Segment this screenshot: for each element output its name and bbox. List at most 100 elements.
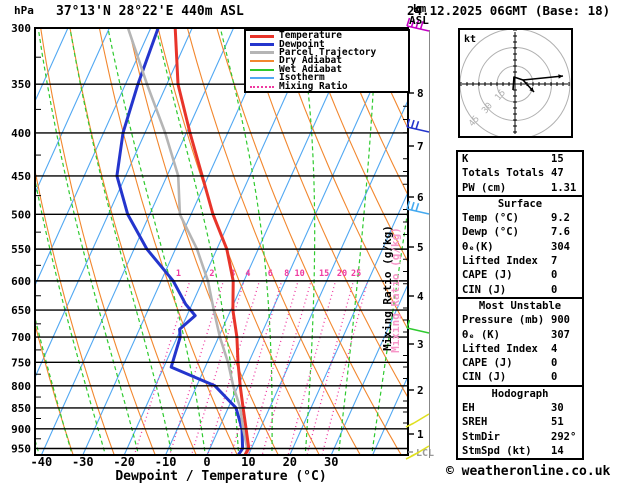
table-row: StmSpd (kt) 14	[458, 444, 582, 458]
pressure-tick-label: 500	[11, 208, 31, 221]
pressure-unit-label: hPa	[14, 4, 34, 17]
pressure-tick-label: 800	[11, 380, 31, 393]
table-row: CIN (J) 0	[458, 370, 582, 384]
sounding-curves	[115, 28, 251, 455]
km-tick-label: 4	[417, 290, 424, 303]
table-row-label: CAPE (J)	[462, 357, 513, 370]
legend-label: Mixing Ratio	[279, 80, 348, 92]
pressure-tick-label: 750	[11, 356, 31, 369]
table-row-value: 0	[551, 283, 558, 296]
table-row-label: Dewp (°C)	[462, 226, 519, 239]
dry-adiabat-line	[40, 28, 156, 455]
temp-tick-label: -30	[72, 455, 94, 469]
pressure-tick-label: 950	[11, 443, 31, 456]
table-row-label: Pressure (mb)	[462, 314, 545, 327]
hodograph: 153045kt	[458, 28, 573, 138]
mixing-ratio-value-label: 8	[284, 269, 289, 279]
table-row-label: Temp (°C)	[462, 212, 519, 225]
legend-swatch	[250, 51, 274, 55]
wind-barb	[405, 413, 430, 428]
table-section: K 15 Totals Totals 47 PW (cm) 1.31	[458, 152, 582, 195]
legend-swatch	[250, 85, 274, 88]
temp-tick-label: 20	[283, 455, 297, 469]
wet-adiabat-line	[37, 28, 140, 455]
km-tick-label: 2	[417, 384, 424, 397]
mixing-axis-label: Mixing Ratio (g/kg)	[381, 225, 394, 351]
legend-row-temperature: Temperature	[248, 31, 408, 40]
km-tick-label: 8	[417, 87, 424, 100]
table-row: Totals Totals 47	[458, 166, 582, 180]
table-section-header: Hodograph	[491, 387, 549, 400]
table-row: Lifted Index 7	[458, 254, 582, 268]
table-row: CIN (J) 0	[458, 283, 582, 297]
legend-box: Temperature Dewpoint Parcel Trajectory Dry …	[244, 29, 410, 93]
hodograph-unit-label: kt	[464, 34, 476, 45]
temp-tick-label: 10	[241, 455, 255, 469]
temp-tick-label: 0	[203, 455, 210, 469]
isotherm-line	[40, 28, 235, 455]
temperature-curve	[173, 28, 251, 455]
table-row: θₑ(K) 304	[458, 240, 582, 254]
table-row-label: SREH	[462, 416, 488, 429]
pressure-tick-label: 900	[11, 423, 31, 436]
mixing-ratio-value-label: 15	[319, 269, 329, 279]
table-row-label: θₑ (K)	[462, 328, 500, 341]
table-row-label: PW (cm)	[462, 181, 507, 194]
table-row: Dewp (°C) 7.6	[458, 225, 582, 239]
table-row: CAPE (J) 0	[458, 268, 582, 282]
mixing-ratio-value-label: 6	[268, 269, 273, 279]
x-axis-label: Dewpoint / Temperature (°C)	[115, 469, 327, 484]
table-row-value: 307	[551, 328, 570, 341]
datetime-label: 24.12.2025 06GMT (Base: 18)	[407, 3, 611, 18]
pressure-tick-label: 700	[11, 331, 31, 344]
table-row-label: CIN (J)	[462, 371, 507, 384]
table-row-value: 51	[551, 416, 564, 429]
table-row: θₑ (K) 307	[458, 328, 582, 342]
pressure-tick-label: 300	[11, 22, 31, 35]
mixing-ratio-value-label: 10	[295, 269, 305, 279]
table-row-value: 47	[551, 167, 564, 180]
table-row-label: CAPE (J)	[462, 269, 513, 282]
table-row: StmDir 292°	[458, 430, 582, 444]
table-section-header: Surface	[497, 197, 543, 210]
mixing-ratio-value-label: 2	[209, 269, 214, 279]
wet-adiabat-line	[0, 28, 7, 458]
lcl-label: LCL	[416, 448, 434, 459]
temp-tick-label: 30	[324, 455, 338, 469]
legend-swatch	[250, 60, 274, 63]
legend-swatch	[250, 34, 274, 38]
table-row-label: Totals Totals	[462, 167, 545, 180]
mixing-ratio-value-label: 1	[176, 269, 181, 279]
mixing-ratio-value-label: 4	[245, 269, 250, 279]
indices-table: K 15 Totals Totals 47 PW (cm) 1.31 Surface Temp…	[456, 150, 584, 461]
table-row-value: 15	[551, 153, 564, 165]
pressure-tick-label: 850	[11, 402, 31, 415]
station-title: 37°13'N 28°22'E 440m ASL	[56, 4, 244, 19]
table-row: K 15	[458, 152, 582, 166]
table-row-value: 1.31	[551, 181, 577, 194]
table-row-value: 7	[551, 255, 558, 268]
pressure-tick-label: 600	[11, 275, 31, 288]
wind-barb	[406, 319, 430, 334]
table-row-value: 292°	[551, 430, 577, 443]
legend-swatch	[250, 43, 274, 47]
mixing-ratio-value-label: 20	[337, 269, 347, 279]
legend-swatch	[250, 77, 274, 80]
km-tick-label: 5	[417, 241, 424, 254]
km-tick-label: 7	[417, 140, 424, 153]
table-row: CAPE (J) 0	[458, 356, 582, 370]
table-row-value: 0	[551, 269, 558, 282]
pressure-tick-label: 400	[11, 127, 31, 140]
wind-barb	[406, 118, 430, 133]
legend-row-mixing-ratio: Mixing Ratio	[248, 80, 408, 92]
parcel-curve	[126, 28, 249, 455]
wet-adiabat-line	[155, 28, 240, 455]
km-tick-label: 3	[417, 338, 424, 351]
table-row-value: 30	[551, 402, 564, 415]
table-row-value: 0	[551, 357, 558, 370]
table-row: EH 30	[458, 401, 582, 415]
table-row-value: 9.2	[551, 212, 570, 225]
temp-tick-label: -40	[31, 455, 53, 469]
skewt-screenshot: 1 2 3 4 6 8 10 15 20 25 300 350 400 450 500 550 600 650 70…	[0, 0, 629, 486]
credit-footer: © weatheronline.co.uk	[446, 464, 611, 479]
